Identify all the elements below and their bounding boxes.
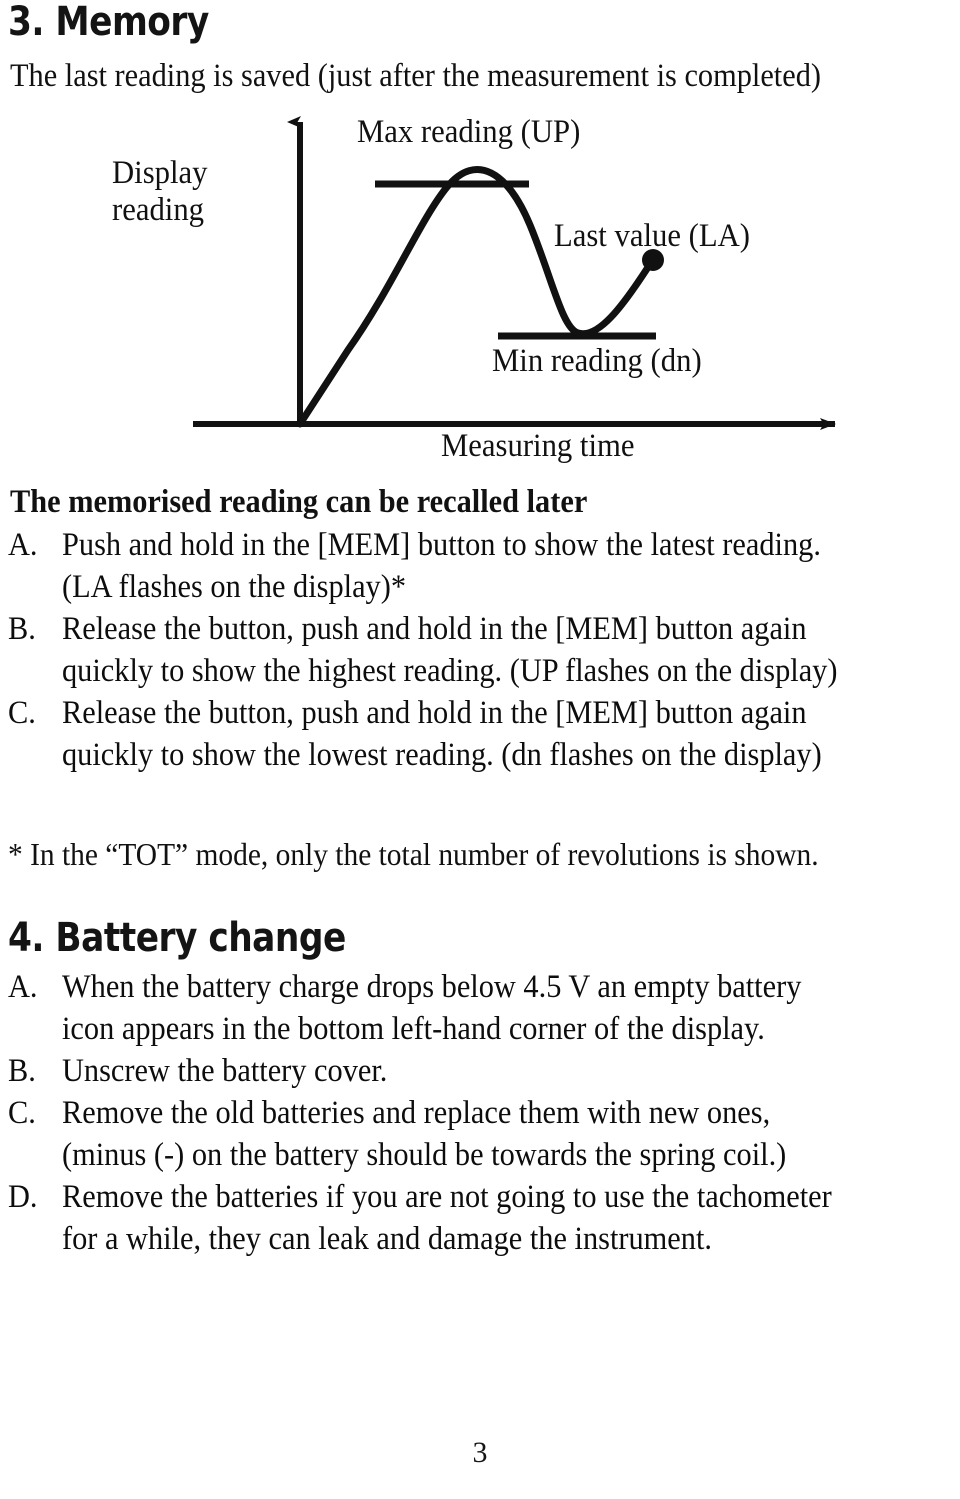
manual-page: 3. Memory The last reading is saved (jus… xyxy=(0,0,960,1499)
page-number: 3 xyxy=(472,1436,488,1469)
list-marker: D. xyxy=(8,1179,38,1215)
list-item: A. Push and hold in the [MEM] button to … xyxy=(8,524,952,608)
y-axis-label-line2: reading xyxy=(112,191,205,228)
list-item: C. Release the button, push and hold in … xyxy=(8,692,952,776)
list-item-line: (minus (-) on the battery should be towa… xyxy=(62,1137,787,1173)
x-axis-label: Measuring time xyxy=(441,428,635,464)
tot-mode-footnote: * In the “TOT” mode, only the total numb… xyxy=(8,836,819,872)
last-value-label: Last value (LA) xyxy=(554,218,750,254)
list-marker: C. xyxy=(8,695,36,731)
list-item-text: Remove the batteries if you are not goin… xyxy=(62,1176,952,1260)
memory-curve-diagram: Display reading Max reading (UP) Last va… xyxy=(0,100,960,475)
list-marker: B. xyxy=(8,611,36,647)
list-item-line: Release the button, push and hold in the… xyxy=(62,695,807,731)
list-item-line: Remove the old batteries and replace the… xyxy=(62,1095,771,1131)
list-item-text: When the battery charge drops below 4.5 … xyxy=(62,966,952,1050)
list-item-text: Remove the old batteries and replace the… xyxy=(62,1092,952,1176)
section-heading-memory: 3. Memory xyxy=(8,0,209,45)
list-item: C. Remove the old batteries and replace … xyxy=(8,1092,952,1176)
memory-intro-text: The last reading is saved (just after th… xyxy=(10,58,822,94)
list-item-text: Push and hold in the [MEM] button to sho… xyxy=(62,524,952,608)
max-reading-label: Max reading (UP) xyxy=(357,114,581,150)
list-item-text: Release the button, push and hold in the… xyxy=(62,692,952,776)
y-axis-label-line1: Display xyxy=(112,155,208,191)
list-item: B. Release the button, push and hold in … xyxy=(8,608,952,692)
min-reading-label: Min reading (dn) xyxy=(492,343,702,379)
list-item-line: quickly to show the highest reading. (UP… xyxy=(62,653,838,689)
list-item-line: Remove the batteries if you are not goin… xyxy=(62,1179,832,1215)
list-item-text: Unscrew the battery cover. xyxy=(62,1050,952,1092)
section-heading-battery-change: 4. Battery change xyxy=(8,915,346,961)
measurement-curve xyxy=(296,166,656,428)
list-marker: A. xyxy=(8,527,38,563)
list-item-line: Release the button, push and hold in the… xyxy=(62,611,807,647)
list-item: A. When the battery charge drops below 4… xyxy=(8,966,952,1050)
memory-subheading: The memorised reading can be recalled la… xyxy=(10,484,588,520)
list-item: D. Remove the batteries if you are not g… xyxy=(8,1176,952,1260)
list-item-line: Unscrew the battery cover. xyxy=(62,1053,388,1089)
list-item-line: When the battery charge drops below 4.5 … xyxy=(62,969,802,1005)
battery-instruction-list: A. When the battery charge drops below 4… xyxy=(8,966,952,1260)
memory-instruction-list: A. Push and hold in the [MEM] button to … xyxy=(8,524,952,776)
list-marker: A. xyxy=(8,969,38,1005)
list-marker: C. xyxy=(8,1095,36,1131)
list-item: B. Unscrew the battery cover. xyxy=(8,1050,952,1092)
list-item-line: quickly to show the lowest reading. (dn … xyxy=(62,737,822,773)
y-axis-label: Display reading xyxy=(112,155,207,229)
list-item-line: icon appears in the bottom left-hand cor… xyxy=(62,1011,765,1047)
list-item-line: (LA flashes on the display)* xyxy=(62,569,407,605)
list-marker: B. xyxy=(8,1053,36,1089)
list-item-line: Push and hold in the [MEM] button to sho… xyxy=(62,527,821,563)
list-item-line: for a while, they can leak and damage th… xyxy=(62,1221,712,1257)
list-item-text: Release the button, push and hold in the… xyxy=(62,608,952,692)
